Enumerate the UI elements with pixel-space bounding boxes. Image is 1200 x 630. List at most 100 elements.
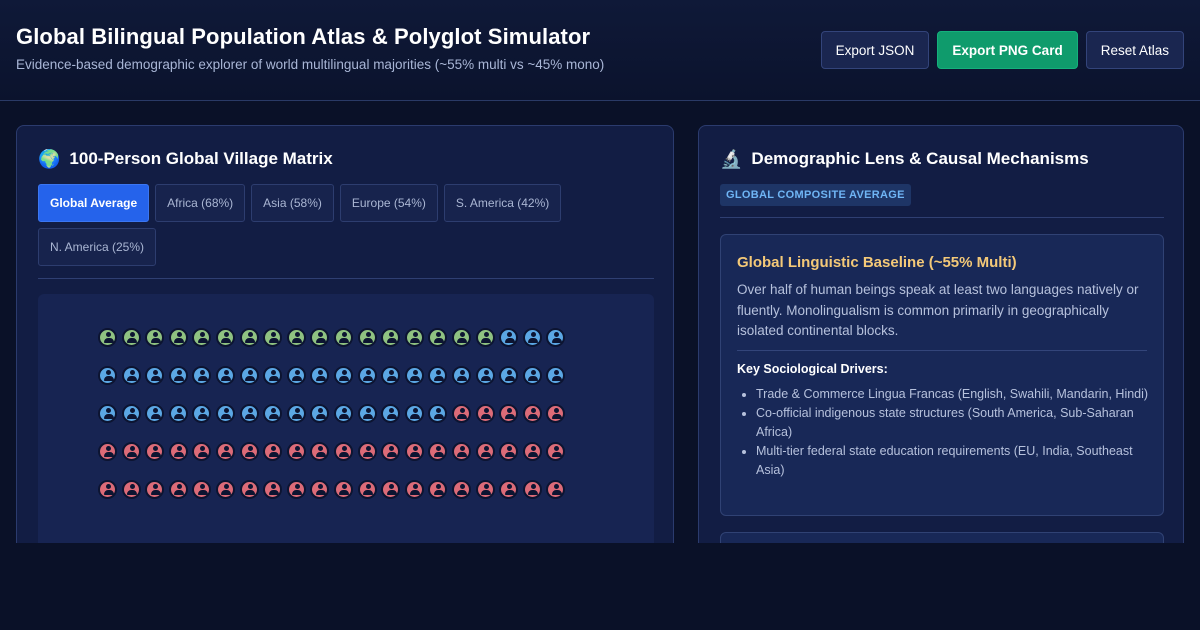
person-icon bbox=[215, 366, 235, 385]
person-icon bbox=[357, 404, 377, 423]
person-icon bbox=[499, 442, 519, 461]
person-icon bbox=[192, 404, 212, 423]
driver-item: Co-official indigenous state structures … bbox=[756, 404, 1151, 442]
person-icon bbox=[310, 480, 330, 499]
person-icon bbox=[333, 328, 353, 347]
person-icon bbox=[499, 404, 519, 423]
person-icon bbox=[310, 366, 330, 385]
person-icon bbox=[381, 366, 401, 385]
person-icon bbox=[357, 480, 377, 499]
person-icon bbox=[239, 480, 259, 499]
person-icon bbox=[333, 442, 353, 461]
person-icon bbox=[499, 480, 519, 499]
person-icon bbox=[286, 404, 306, 423]
region-tab[interactable]: N. America (25%) bbox=[38, 228, 157, 266]
person-row bbox=[98, 480, 570, 499]
person-icon bbox=[475, 328, 495, 347]
person-icon bbox=[475, 480, 495, 499]
person-icon bbox=[168, 328, 188, 347]
person-icon bbox=[428, 442, 448, 461]
person-icon bbox=[239, 366, 259, 385]
person-icon bbox=[239, 442, 259, 461]
person-icon bbox=[239, 328, 259, 347]
person-icon bbox=[215, 442, 235, 461]
person-icon bbox=[428, 404, 448, 423]
person-icon bbox=[499, 328, 519, 347]
person-icon bbox=[357, 328, 377, 347]
export-png-button[interactable]: Export PNG Card bbox=[937, 31, 1078, 69]
person-icon bbox=[310, 442, 330, 461]
person-icon bbox=[310, 328, 330, 347]
person-icon bbox=[451, 328, 471, 347]
lens-title-text: Demographic Lens & Causal Mechanisms bbox=[751, 149, 1089, 168]
person-icon bbox=[215, 404, 235, 423]
drivers-list: Trade & Commerce Lingua Francas (English… bbox=[756, 385, 1151, 480]
person-icon bbox=[310, 404, 330, 423]
globe-icon: 🌍 bbox=[38, 149, 61, 169]
person-icon bbox=[215, 328, 235, 347]
region-tab[interactable]: Asia (58%) bbox=[251, 184, 334, 222]
person-icon bbox=[404, 404, 424, 423]
card-heading: Global Linguistic Baseline (~55% Multi) bbox=[737, 254, 1017, 271]
region-tab[interactable]: Global Average bbox=[38, 184, 150, 222]
lens-panel: 🔬 Demographic Lens & Causal Mechanisms G… bbox=[698, 125, 1184, 592]
person-icon bbox=[522, 366, 542, 385]
person-icon bbox=[121, 404, 141, 423]
person-icon bbox=[98, 328, 117, 347]
person-icon bbox=[404, 442, 424, 461]
person-icon bbox=[286, 366, 306, 385]
person-icon bbox=[475, 404, 495, 423]
lens-panel-title: 🔬 Demographic Lens & Causal Mechanisms bbox=[720, 149, 1089, 169]
person-icon bbox=[357, 366, 377, 385]
person-icon bbox=[98, 442, 117, 461]
village-divider bbox=[38, 278, 654, 279]
page-background bbox=[0, 543, 1200, 630]
page-subtitle: Evidence-based demographic explorer of w… bbox=[16, 57, 605, 72]
person-icon bbox=[333, 366, 353, 385]
person-icon bbox=[404, 328, 424, 347]
person-icon bbox=[546, 366, 566, 385]
person-icon bbox=[522, 404, 542, 423]
header-actions: Export JSON Export PNG Card Reset Atlas bbox=[820, 31, 1184, 69]
person-icon bbox=[263, 442, 283, 461]
person-icon bbox=[451, 404, 471, 423]
person-icon bbox=[286, 480, 306, 499]
person-icon bbox=[168, 480, 188, 499]
lens-badge: GLOBAL COMPOSITE AVERAGE bbox=[720, 184, 911, 206]
person-icon bbox=[381, 480, 401, 499]
person-icon bbox=[121, 442, 141, 461]
person-icon bbox=[428, 480, 448, 499]
person-grid bbox=[98, 328, 570, 518]
region-tab[interactable]: Africa (68%) bbox=[155, 184, 246, 222]
person-icon bbox=[404, 480, 424, 499]
village-title-text: 100-Person Global Village Matrix bbox=[69, 149, 333, 168]
person-icon bbox=[451, 366, 471, 385]
person-icon bbox=[428, 366, 448, 385]
person-icon bbox=[546, 328, 566, 347]
region-tab[interactable]: S. America (42%) bbox=[443, 184, 562, 222]
export-json-button[interactable]: Export JSON bbox=[820, 31, 930, 69]
person-row bbox=[98, 328, 570, 347]
person-icon bbox=[192, 442, 212, 461]
person-icon bbox=[121, 366, 141, 385]
region-tab[interactable]: Europe (54%) bbox=[339, 184, 438, 222]
person-icon bbox=[121, 480, 141, 499]
person-icon bbox=[357, 442, 377, 461]
person-icon bbox=[98, 404, 117, 423]
person-icon bbox=[333, 480, 353, 499]
reset-atlas-button[interactable]: Reset Atlas bbox=[1085, 31, 1184, 69]
page-title: Global Bilingual Population Atlas & Poly… bbox=[16, 24, 591, 49]
drivers-label: Key Sociological Drivers: bbox=[737, 362, 888, 376]
person-icon bbox=[168, 404, 188, 423]
driver-item: Trade & Commerce Lingua Francas (English… bbox=[756, 385, 1151, 404]
village-panel-title: 🌍 100-Person Global Village Matrix bbox=[38, 149, 333, 169]
person-icon bbox=[98, 480, 117, 499]
person-icon bbox=[263, 366, 283, 385]
person-icon bbox=[192, 366, 212, 385]
person-icon bbox=[404, 366, 424, 385]
person-icon bbox=[192, 328, 212, 347]
person-icon bbox=[263, 480, 283, 499]
lens-divider bbox=[720, 217, 1164, 218]
person-icon bbox=[522, 328, 542, 347]
person-icon bbox=[98, 366, 117, 385]
